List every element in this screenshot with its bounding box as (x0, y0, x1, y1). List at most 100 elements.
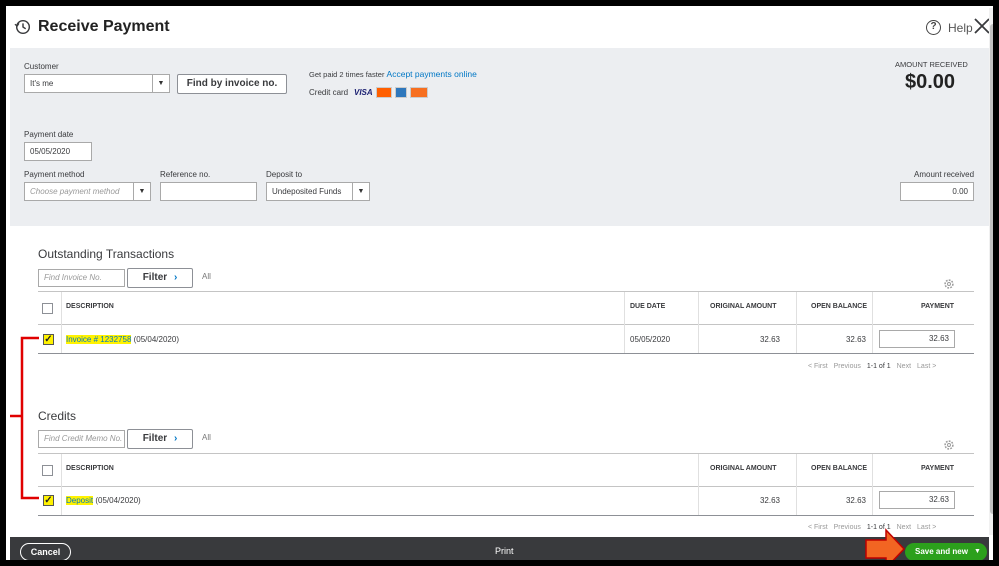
title-bar: Receive Payment ? Help (10, 8, 989, 48)
payment-method-dropdown-caret[interactable]: ▼ (133, 182, 151, 201)
pager-first[interactable]: < First (808, 363, 828, 370)
deposit-row-checkbox[interactable]: ✓ (43, 495, 54, 506)
help-link[interactable]: Help (948, 21, 973, 35)
cancel-button[interactable]: Cancel (20, 543, 71, 560)
screenshot-frame: Receive Payment ? Help Customer It's me … (4, 4, 995, 562)
scrollbar-thumb[interactable] (990, 24, 993, 514)
credits-all-label: All (202, 433, 211, 442)
col-divider (624, 292, 625, 354)
customer-select[interactable]: It's me (24, 74, 154, 93)
payment-method-select[interactable]: Choose payment method (24, 182, 135, 201)
deposit-date: (05/04/2020) (93, 496, 141, 505)
gear-icon[interactable] (943, 439, 955, 451)
reference-label: Reference no. (160, 170, 211, 179)
col-divider (61, 292, 62, 354)
reference-input[interactable] (160, 182, 257, 201)
save-and-new-button[interactable]: Save and new ▼ (905, 543, 987, 560)
find-by-invoice-button[interactable]: Find by invoice no. (177, 74, 287, 94)
invoice-row-checkbox[interactable]: ✓ (43, 334, 54, 345)
caret-down-icon[interactable]: ▼ (974, 543, 981, 560)
promo-text: Get paid 2 times faster (309, 70, 385, 79)
payment-date-label: Payment date (24, 130, 74, 139)
pager-last[interactable]: Last > (917, 363, 936, 370)
filter-label: Filter (142, 272, 168, 283)
outstanding-col-description: DESCRIPTION (66, 303, 114, 310)
col-divider (872, 454, 873, 516)
outstanding-table-bottom-border (38, 353, 974, 354)
credit-card-label: Credit card (309, 88, 349, 97)
pager-range: 1-1 of 1 (866, 524, 891, 531)
invoice-link[interactable]: Invoice # 1232758 (66, 335, 132, 344)
pager-next[interactable]: Next (897, 363, 911, 370)
credits-pager: < First Previous 1-1 of 1 Next Last > (808, 524, 936, 531)
outstanding-col-payment: PAYMENT (921, 303, 955, 310)
vertical-scrollbar[interactable] (989, 8, 993, 535)
credits-table-top-border (38, 453, 974, 454)
invoice-date: (05/04/2020) (131, 335, 179, 344)
credits-select-all-checkbox[interactable] (42, 465, 53, 476)
deposit-to-dropdown-caret[interactable]: ▼ (352, 182, 370, 201)
outstanding-table-top-border (38, 291, 974, 292)
help-icon[interactable]: ? (926, 20, 941, 35)
payment-date-input[interactable]: 05/05/2020 (24, 142, 92, 161)
pager-next[interactable]: Next (897, 524, 911, 531)
credits-header-divider (38, 486, 974, 487)
col-divider (61, 454, 62, 516)
customer-dropdown-caret[interactable]: ▼ (152, 74, 170, 93)
outstanding-filter-button[interactable]: Filter › (127, 268, 193, 288)
history-icon[interactable] (14, 18, 32, 36)
outstanding-header-divider (38, 324, 974, 325)
visa-logo-icon: VISA (354, 88, 373, 97)
invoice-original-amount: 32.63 (759, 335, 780, 344)
outstanding-all-label: All (202, 272, 211, 281)
credits-filter-button[interactable]: Filter › (127, 429, 193, 449)
col-divider (698, 454, 699, 516)
close-icon[interactable] (972, 16, 989, 36)
outstanding-pager: < First Previous 1-1 of 1 Next Last > (808, 363, 936, 370)
amex-logo-icon (395, 87, 407, 98)
accept-payments-link[interactable]: Accept payments online (387, 69, 477, 79)
deposit-row-description[interactable]: Deposit (05/04/2020) (66, 496, 141, 505)
credits-table-bottom-border (38, 515, 974, 516)
pager-previous[interactable]: Previous (834, 524, 861, 531)
pager-previous[interactable]: Previous (834, 363, 861, 370)
pager-last[interactable]: Last > (917, 524, 936, 531)
outstanding-col-open-balance: OPEN BALANCE (811, 303, 868, 310)
deposit-open-balance: 32.63 (845, 496, 866, 505)
page-title: Receive Payment (38, 18, 170, 35)
invoice-open-balance: 32.63 (845, 335, 866, 344)
discover-logo-icon (410, 87, 428, 98)
find-invoice-input[interactable]: Find Invoice No. (38, 269, 125, 287)
col-divider (698, 292, 699, 354)
credits-title: Credits (38, 409, 77, 423)
gear-icon[interactable] (943, 278, 955, 290)
pager-first[interactable]: < First (808, 524, 828, 531)
payment-method-label: Payment method (24, 170, 85, 179)
footer-bar: Cancel Print Save and new ▼ (10, 537, 989, 560)
chevron-right-icon: › (173, 433, 178, 444)
amount-received-input[interactable]: 0.00 (900, 182, 974, 201)
pager-range: 1-1 of 1 (866, 363, 891, 370)
outstanding-select-all-checkbox[interactable] (42, 303, 53, 314)
deposit-payment-input[interactable]: 32.63 (879, 491, 955, 509)
credits-col-original-amount: ORIGINAL AMOUNT (710, 465, 777, 472)
col-divider (796, 292, 797, 354)
outstanding-transactions-title: Outstanding Transactions (38, 247, 175, 261)
credits-col-description: DESCRIPTION (66, 465, 114, 472)
chevron-right-icon: › (173, 272, 178, 283)
credits-col-open-balance: OPEN BALANCE (811, 465, 868, 472)
invoice-due-date: 05/05/2020 (630, 335, 671, 344)
promo-text-line: Get paid 2 times faster Accept payments … (309, 69, 477, 79)
invoice-row-description[interactable]: Invoice # 1232758 (05/04/2020) (66, 335, 179, 344)
invoice-payment-input[interactable]: 32.63 (879, 330, 955, 348)
print-button[interactable]: Print (495, 546, 514, 556)
outstanding-col-due-date: DUE DATE (630, 303, 666, 310)
col-divider (872, 292, 873, 354)
mastercard-logo-icon (376, 87, 392, 98)
find-credit-memo-input[interactable]: Find Credit Memo No. (38, 430, 125, 448)
deposit-to-select[interactable]: Undeposited Funds (266, 182, 354, 201)
deposit-link[interactable]: Deposit (66, 496, 94, 505)
card-logos: VISA (354, 87, 428, 98)
amount-received-total: $0.00 (905, 71, 956, 93)
customer-label: Customer (24, 62, 59, 71)
